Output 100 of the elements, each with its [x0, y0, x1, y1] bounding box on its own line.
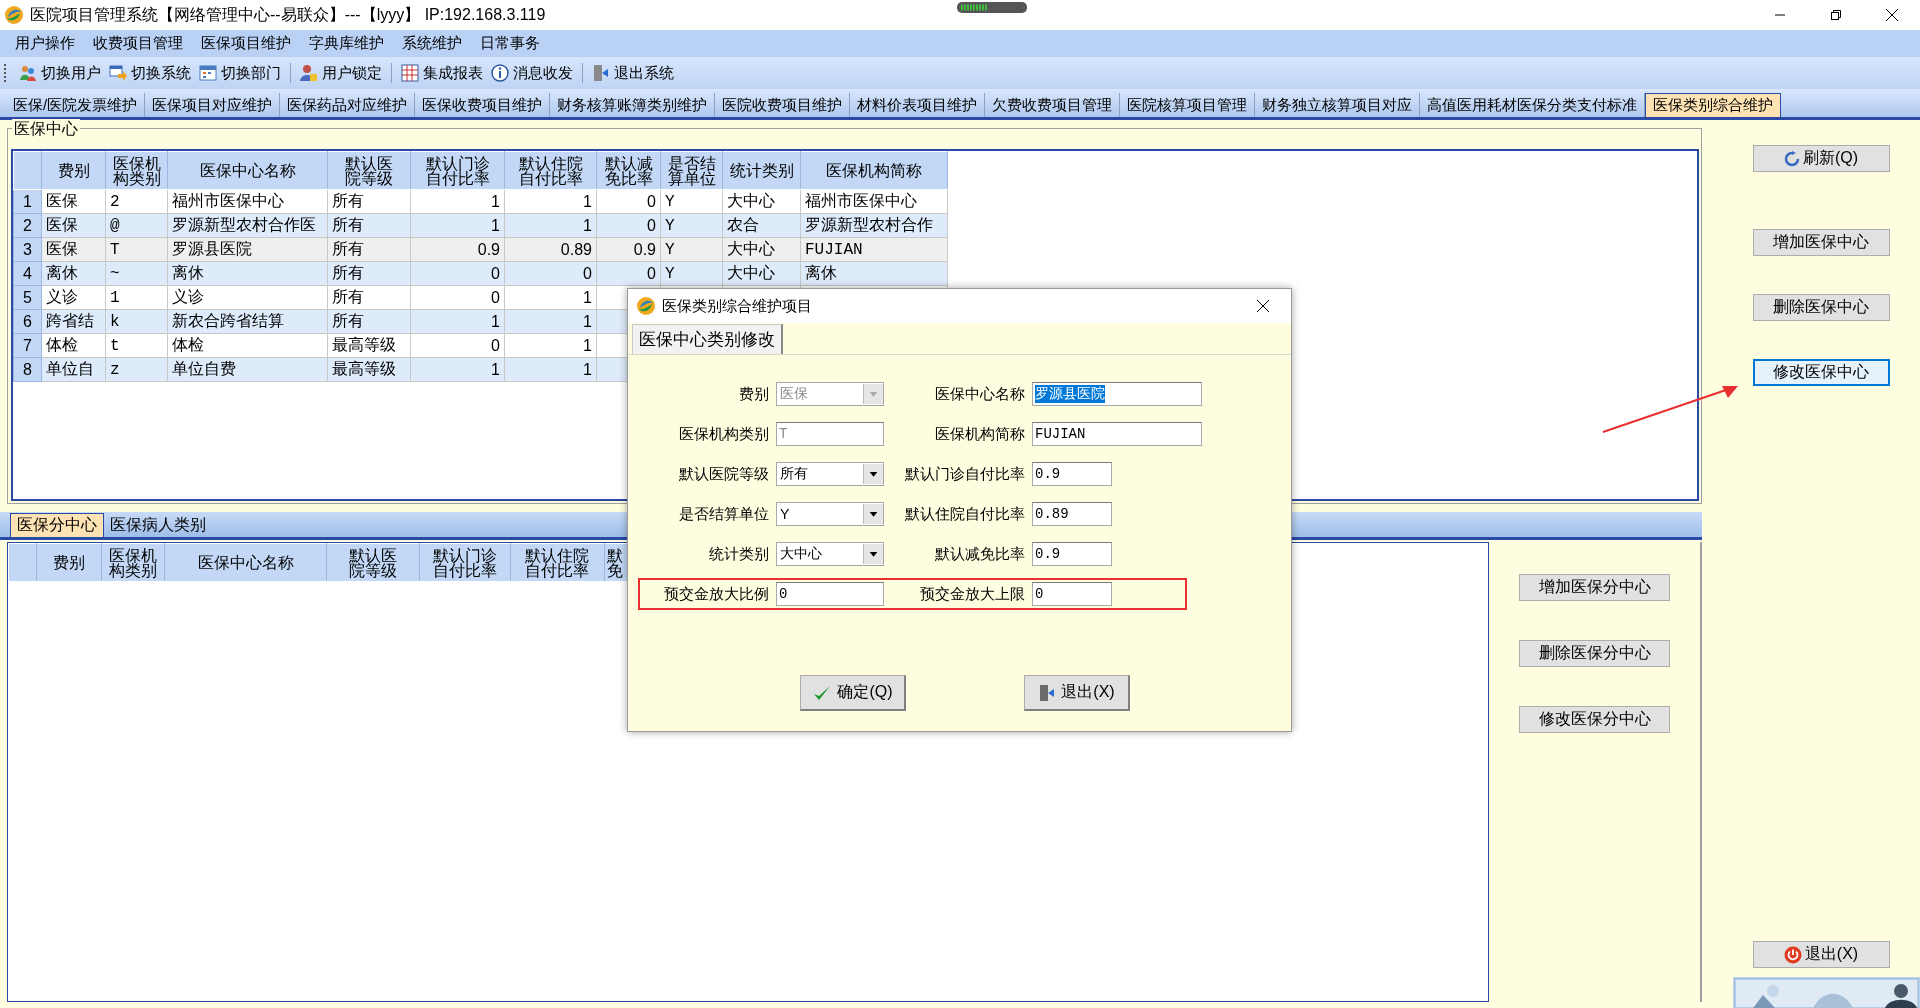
input-field[interactable]: 0: [1032, 582, 1112, 606]
tab[interactable]: 医保/医院发票维护: [6, 93, 146, 117]
table-cell: FUJIAN: [800, 237, 948, 262]
column-header[interactable]: 费别: [36, 543, 102, 582]
menu-item[interactable]: 医保项目维护: [192, 32, 300, 55]
tab[interactable]: 医保中心类别修改: [632, 324, 783, 354]
table-cell: 所有: [327, 213, 411, 238]
column-header[interactable]: 医保中心名称: [164, 543, 327, 582]
field-label: 是否结算单位: [678, 504, 770, 524]
table-cell: 1: [504, 189, 597, 214]
column-header[interactable]: 默认门诊自付比率: [410, 151, 505, 190]
column-header[interactable]: 医保机构简称: [800, 151, 948, 190]
exit-button[interactable]: 退出(X): [1752, 941, 1890, 968]
column-header[interactable]: 统计类别: [722, 151, 801, 190]
row-number: 4: [13, 261, 42, 286]
row-number: 6: [13, 309, 42, 334]
caret-icon: [863, 544, 883, 564]
app-logo-icon: [636, 296, 656, 316]
column-header[interactable]: 默认医院等级: [326, 543, 420, 582]
window-title: 医院项目管理系统【网络管理中心--易联众】---【lyyy】 IP:192.168.3.119: [30, 4, 546, 25]
table-cell: 所有: [327, 237, 411, 262]
column-header[interactable]: 医保机构类别: [101, 543, 165, 582]
column-header[interactable]: 默认医院等级: [327, 151, 411, 190]
toolbar-button[interactable]: 退出系统: [588, 61, 678, 85]
menu-item[interactable]: 用户操作: [6, 32, 84, 55]
tab[interactable]: 欠费收费项目管理: [985, 93, 1121, 117]
input-field[interactable]: 0: [776, 582, 884, 606]
table-cell: 0: [410, 285, 505, 310]
action-button[interactable]: 增加医保中心: [1752, 229, 1890, 256]
table-cell: k: [105, 309, 168, 334]
toolbar-button[interactable]: 消息收发: [487, 61, 577, 85]
column-header[interactable]: 是否结算单位: [660, 151, 723, 190]
table-cell: 1: [504, 333, 597, 358]
exit-button[interactable]: 退出(X): [1024, 675, 1130, 711]
table-cell: ~: [105, 261, 168, 286]
column-header[interactable]: 医保中心名称: [167, 151, 328, 190]
table-cell: 1: [410, 189, 505, 214]
tab[interactable]: 财务核算账簿类别维护: [550, 93, 716, 117]
action-button[interactable]: 删除医保分中心: [1519, 640, 1670, 667]
dropdown[interactable]: 所有: [776, 462, 884, 486]
refresh-button[interactable]: 刷新(Q): [1752, 145, 1890, 172]
table-row[interactable]: 4 离休 ~ 离休 所有 0 0 0 Y 大中心 离休: [13, 261, 948, 286]
column-header[interactable]: 医保机构类别: [105, 151, 168, 190]
input-field[interactable]: 0.9: [1032, 542, 1112, 566]
column-header[interactable]: 默认减免比率: [596, 151, 661, 190]
menu-item[interactable]: 系统维护: [393, 32, 471, 55]
toolbar-button[interactable]: 用户锁定: [296, 61, 386, 85]
column-header[interactable]: 默认住院自付比率: [504, 151, 597, 190]
tab[interactable]: 医保类别综合维护: [1645, 93, 1782, 117]
row-number: 5: [13, 285, 42, 310]
table-cell: 单位自费: [167, 357, 328, 382]
menu-item[interactable]: 日常事务: [471, 32, 549, 55]
field-label: 预交金放大上限: [919, 584, 1026, 604]
table-cell: 离休: [167, 261, 328, 286]
tab[interactable]: 医院收费项目维护: [715, 93, 851, 117]
caret-icon: [863, 464, 883, 484]
table-cell: 0: [410, 261, 505, 286]
table-cell: 0.9: [410, 237, 505, 262]
menu-item[interactable]: 字典库维护: [300, 32, 393, 55]
tab[interactable]: 医保分中心: [10, 513, 104, 537]
dropdown[interactable]: Y: [776, 502, 884, 526]
tab[interactable]: 财务独立核算项目对应: [1255, 93, 1421, 117]
input-field[interactable]: 0.9: [1032, 462, 1112, 486]
input-field[interactable]: FUJIAN: [1032, 422, 1202, 446]
table-cell: 1: [105, 285, 168, 310]
tab[interactable]: 医保病人类别: [104, 513, 212, 537]
tab[interactable]: 医院核算项目管理: [1120, 93, 1256, 117]
action-button[interactable]: 删除医保中心: [1752, 294, 1890, 321]
table-cell: 体检: [167, 333, 328, 358]
dropdown[interactable]: 大中心: [776, 542, 884, 566]
row-number: 3: [13, 237, 42, 262]
restore-icon: [1830, 9, 1842, 21]
table-cell: 0: [596, 261, 661, 286]
caret-icon: [863, 384, 883, 404]
table-cell: 单位自: [41, 357, 106, 382]
action-button[interactable]: 修改医保中心: [1752, 359, 1890, 386]
table-row[interactable]: 1 医保 2 福州市医保中心 所有 1 1 0 Y 大中心 福州市医保中心: [13, 189, 948, 214]
tab[interactable]: 医保药品对应维护: [280, 93, 416, 117]
table-row[interactable]: 3 医保 T 罗源县医院 所有 0.9 0.89 0.9 Y 大中心 FUJIAN: [13, 237, 948, 262]
app-logo-icon: [4, 5, 24, 25]
toolbar-button[interactable]: 切换用户: [15, 61, 105, 85]
table-cell: 1: [504, 285, 597, 310]
tab[interactable]: 医保项目对应维护: [145, 93, 281, 117]
tab[interactable]: 材料价表项目维护: [850, 93, 986, 117]
tab[interactable]: 医保收费项目维护: [415, 93, 551, 117]
ok-button[interactable]: 确定(Q): [800, 675, 906, 711]
toolbar-button[interactable]: 切换系统: [105, 61, 195, 85]
toolbar-button[interactable]: 集成报表: [397, 61, 487, 85]
input-field[interactable]: 罗源县医院: [1032, 382, 1202, 406]
calendar-icon: [199, 64, 217, 82]
action-button[interactable]: 修改医保分中心: [1519, 706, 1670, 733]
table-cell: T: [105, 237, 168, 262]
menu-item[interactable]: 收费项目管理: [84, 32, 192, 55]
table-row[interactable]: 2 医保 @ 罗源新型农村合作医 所有 1 1 0 Y 农合 罗源新型农村合作: [13, 213, 948, 238]
column-header[interactable]: 默认门诊自付比率: [419, 543, 511, 582]
column-header[interactable]: 费别: [41, 151, 106, 190]
action-button[interactable]: 增加医保分中心: [1519, 574, 1670, 601]
toolbar-button[interactable]: 切换部门: [195, 61, 285, 85]
input-field[interactable]: 0.89: [1032, 502, 1112, 526]
column-header[interactable]: 默认住院自付比率: [510, 543, 605, 582]
